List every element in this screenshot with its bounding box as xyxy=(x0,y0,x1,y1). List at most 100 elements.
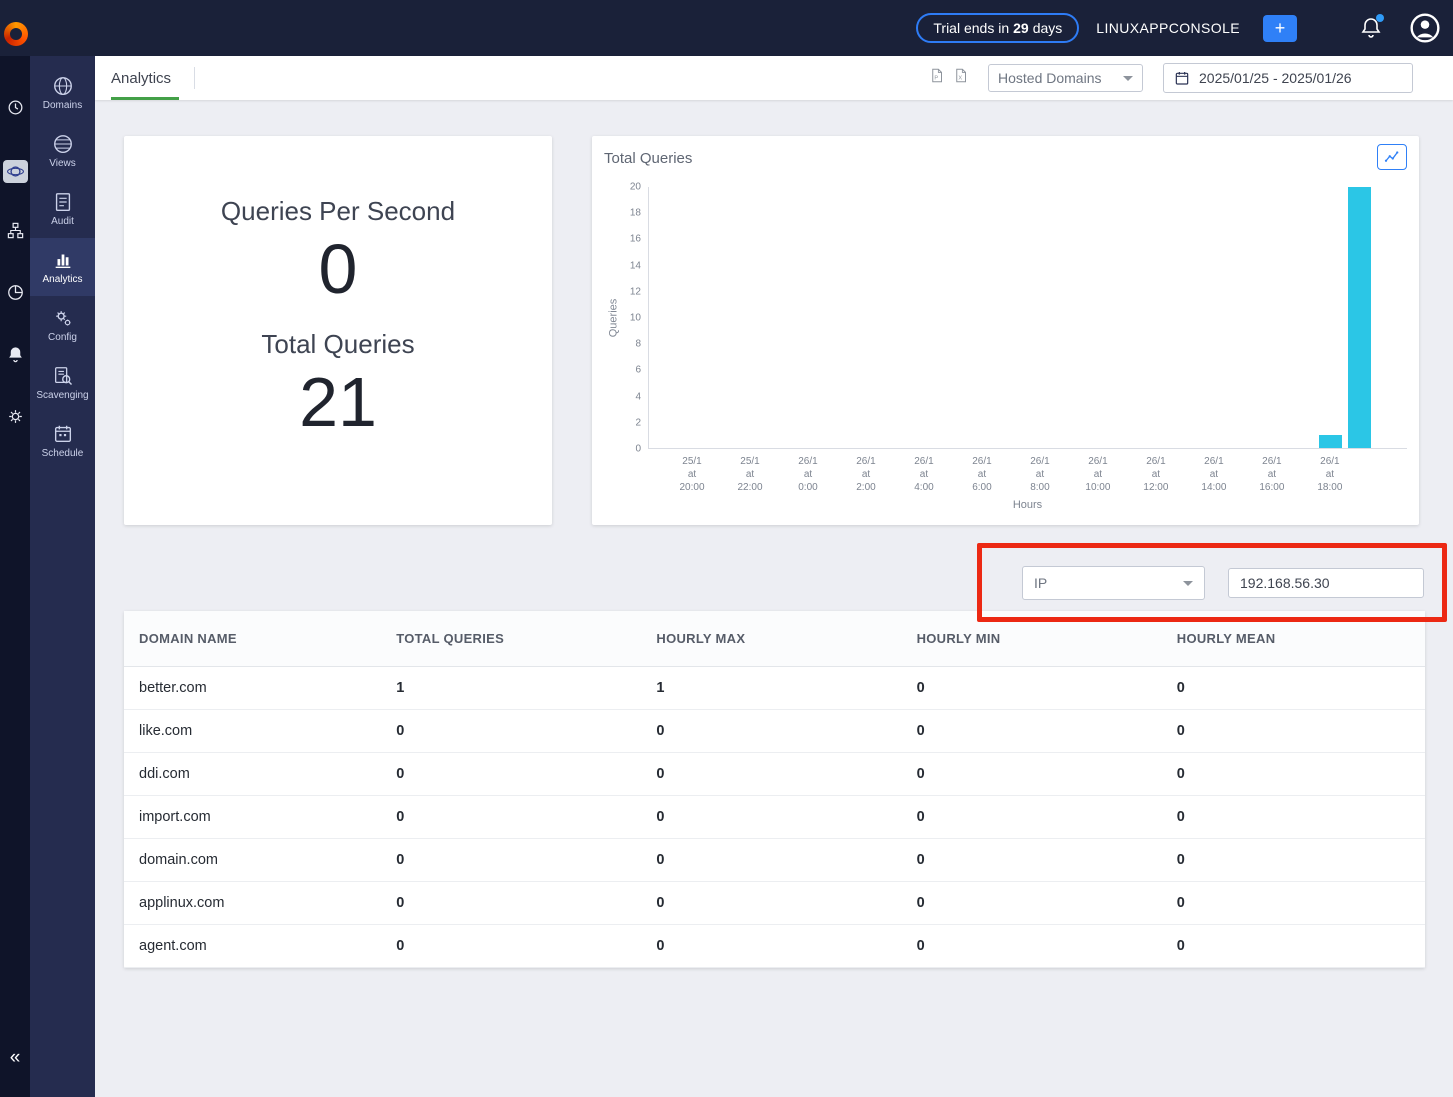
x-tick-label: 26/1 at 16:00 xyxy=(1259,455,1284,494)
calendar-icon xyxy=(1174,70,1190,86)
date-range-picker[interactable]: 2025/01/25 - 2025/01/26 xyxy=(1163,63,1413,93)
app-window: Trial ends in 29 days LINUXAPPCONSOLE + xyxy=(0,0,1453,1097)
history-icon[interactable] xyxy=(6,98,25,122)
chart-y-ticks: 02468101214161820 xyxy=(622,187,648,449)
x-tick-label: 26/1 at 8:00 xyxy=(1030,455,1049,494)
export-xlsx-icon[interactable]: X xyxy=(953,66,968,90)
topology-icon[interactable] xyxy=(6,221,25,245)
collapse-sidebar-icon[interactable]: « xyxy=(10,1048,21,1067)
chevron-down-icon xyxy=(1123,76,1133,81)
chart-bar[interactable] xyxy=(1348,187,1371,448)
table-row[interactable]: applinux.com0000 xyxy=(124,881,1425,924)
total-queries-chart-card: Total Queries Queries 02468101214161820 … xyxy=(592,136,1419,525)
stats-card: Queries Per Second 0 Total Queries 21 xyxy=(124,136,552,525)
chart-x-ticks: 25/1 at 20:0025/1 at 22:0026/1 at 0:0026… xyxy=(648,449,1407,497)
qps-label: Queries Per Second xyxy=(124,196,552,227)
pie-chart-icon[interactable] xyxy=(6,283,25,307)
table-row[interactable]: like.com0000 xyxy=(124,709,1425,752)
col-hourly-mean[interactable]: HOURLY MEAN xyxy=(1165,611,1425,666)
chart-type-toggle-button[interactable] xyxy=(1377,144,1407,170)
sidebar-item-domains[interactable]: Domains xyxy=(30,64,95,122)
main-area: Queries Per Second 0 Total Queries 21 To… xyxy=(95,100,1453,1097)
x-tick-label: 25/1 at 20:00 xyxy=(680,455,705,494)
notifications-bell-icon[interactable] xyxy=(1359,16,1383,40)
col-hourly-min[interactable]: HOURLY MIN xyxy=(905,611,1165,666)
domains-table-card: DOMAIN NAME TOTAL QUERIES HOURLY MAX HOU… xyxy=(124,611,1425,968)
content-header: Analytics P X Hosted Domains 2025/01/25 … xyxy=(95,56,1453,100)
sidebar-item-analytics[interactable]: Analytics xyxy=(30,238,95,296)
domain-cell: domain.com xyxy=(124,838,384,881)
col-total-queries[interactable]: TOTAL QUERIES xyxy=(384,611,644,666)
value-cell: 0 xyxy=(384,838,644,881)
filter-value-input[interactable] xyxy=(1228,568,1424,598)
sidebar-item-audit[interactable]: Audit xyxy=(30,180,95,238)
alerts-bell-icon[interactable] xyxy=(6,345,25,369)
add-button[interactable]: + xyxy=(1263,15,1297,42)
x-axis-title: Hours xyxy=(648,499,1407,511)
svg-text:P: P xyxy=(934,75,938,81)
settings-gear-icon[interactable] xyxy=(6,407,25,431)
value-cell: 0 xyxy=(905,795,1165,838)
y-tick-label: 0 xyxy=(635,444,641,455)
y-axis-title: Queries xyxy=(604,187,622,449)
x-tick-label: 26/1 at 6:00 xyxy=(972,455,991,494)
table-row[interactable]: import.com0000 xyxy=(124,795,1425,838)
y-tick-label: 8 xyxy=(635,339,641,350)
globe-icon xyxy=(52,75,74,97)
chart-plot xyxy=(648,187,1407,449)
y-tick-label: 16 xyxy=(630,234,641,245)
value-cell: 0 xyxy=(1165,881,1425,924)
qps-value: 0 xyxy=(124,233,552,307)
domain-cell: import.com xyxy=(124,795,384,838)
sidebar-item-views[interactable]: Views xyxy=(30,122,95,180)
y-tick-label: 4 xyxy=(635,391,641,402)
notification-dot xyxy=(1376,14,1384,22)
col-domain-name[interactable]: DOMAIN NAME xyxy=(124,611,384,666)
domain-cell: applinux.com xyxy=(124,881,384,924)
table-row[interactable]: agent.com0000 xyxy=(124,924,1425,967)
domain-cell: agent.com xyxy=(124,924,384,967)
bar-chart-icon xyxy=(52,249,74,271)
dns-app-icon[interactable] xyxy=(3,160,28,183)
trial-prefix: Trial ends in xyxy=(933,20,1009,36)
app-rail: « xyxy=(0,56,30,1097)
trial-suffix: days xyxy=(1033,20,1063,36)
app-logo-icon[interactable] xyxy=(4,22,28,46)
value-cell: 0 xyxy=(1165,924,1425,967)
table-row[interactable]: better.com1100 xyxy=(124,666,1425,709)
y-tick-label: 14 xyxy=(630,260,641,271)
account-name: LINUXAPPCONSOLE xyxy=(1096,20,1240,36)
value-cell: 0 xyxy=(384,881,644,924)
table-row[interactable]: domain.com0000 xyxy=(124,838,1425,881)
value-cell: 1 xyxy=(644,666,904,709)
total-queries-label: Total Queries xyxy=(124,329,552,360)
sidebar: Domains Views Audit Analytics Config Sca… xyxy=(30,56,95,1097)
table-row[interactable]: ddi.com0000 xyxy=(124,752,1425,795)
value-cell: 0 xyxy=(644,881,904,924)
value-cell: 0 xyxy=(905,752,1165,795)
y-tick-label: 2 xyxy=(635,417,641,428)
col-hourly-max[interactable]: HOURLY MAX xyxy=(644,611,904,666)
sidebar-item-scavenging[interactable]: Scavenging xyxy=(30,354,95,412)
tab-analytics[interactable]: Analytics xyxy=(111,56,179,100)
value-cell: 0 xyxy=(644,795,904,838)
value-cell: 1 xyxy=(384,666,644,709)
sidebar-item-schedule[interactable]: Schedule xyxy=(30,412,95,470)
chart-bar[interactable] xyxy=(1319,435,1342,448)
user-avatar-icon[interactable] xyxy=(1409,12,1441,44)
value-cell: 0 xyxy=(1165,752,1425,795)
value-cell: 0 xyxy=(644,924,904,967)
value-cell: 0 xyxy=(1165,709,1425,752)
scavenging-search-doc-icon xyxy=(52,365,74,387)
sidebar-item-config[interactable]: Config xyxy=(30,296,95,354)
views-globe-icon xyxy=(52,133,74,155)
hosted-domains-select[interactable]: Hosted Domains xyxy=(988,64,1143,92)
trial-badge[interactable]: Trial ends in 29 days xyxy=(916,13,1079,43)
topbar: Trial ends in 29 days LINUXAPPCONSOLE + xyxy=(0,0,1453,56)
value-cell: 0 xyxy=(384,795,644,838)
value-cell: 0 xyxy=(384,709,644,752)
x-tick-label: 26/1 at 10:00 xyxy=(1085,455,1110,494)
filter-type-select[interactable]: IP xyxy=(1022,566,1205,600)
export-pdf-icon[interactable]: P xyxy=(929,66,944,90)
value-cell: 0 xyxy=(905,924,1165,967)
